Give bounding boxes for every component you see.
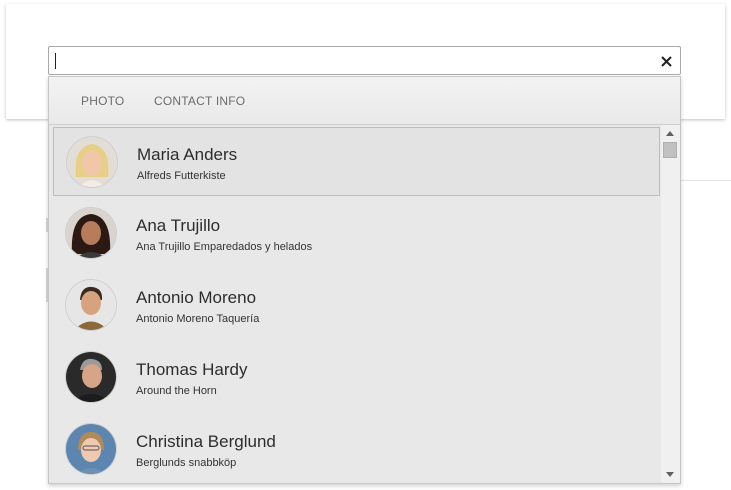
contact-name: Thomas Hardy [136, 360, 248, 379]
list-item[interactable]: Thomas Hardy Around the Horn [49, 341, 660, 413]
close-icon [660, 55, 672, 67]
list-item[interactable]: Maria Anders Alfreds Futterkiste [53, 127, 660, 196]
scroll-thumb[interactable] [663, 142, 677, 158]
list-item[interactable]: Ana Trujillo Ana Trujillo Emparedados y … [49, 197, 660, 269]
popup-header: PHOTO CONTACT INFO [49, 77, 680, 125]
contact-name: Christina Berglund [136, 432, 276, 451]
scroll-up-arrow-icon[interactable] [666, 131, 674, 136]
list-scrollbar[interactable] [661, 125, 680, 483]
contact-list: Maria Anders Alfreds Futterkiste Ana Tru… [49, 125, 660, 483]
scroll-down-arrow-icon[interactable] [666, 472, 674, 477]
avatar [66, 352, 116, 402]
contact-company: Ana Trujillo Emparedados y helados [136, 241, 313, 253]
avatar [66, 280, 116, 330]
contact-company: Alfreds Futterkiste [137, 170, 226, 182]
list-item[interactable]: Antonio Moreno Antonio Moreno Taquería [49, 269, 660, 341]
suggestion-popup: PHOTO CONTACT INFO Maria Anders Alfreds … [48, 76, 681, 484]
header-contact-label: CONTACT INFO [154, 94, 246, 108]
contact-company: Antonio Moreno Taquería [136, 313, 260, 325]
search-input[interactable] [53, 50, 647, 73]
header-photo-label: PHOTO [81, 94, 125, 108]
avatar [66, 208, 116, 258]
contact-name: Ana Trujillo [136, 216, 221, 235]
text-caret [55, 53, 56, 69]
avatar [67, 137, 117, 187]
search-combobox[interactable] [48, 46, 681, 75]
contact-name: Maria Anders [137, 145, 238, 164]
avatar [66, 424, 116, 474]
contact-name: Antonio Moreno [136, 288, 257, 307]
contact-company: Berglunds snabbköp [136, 457, 237, 469]
clear-button[interactable] [655, 50, 677, 72]
background-divider [680, 180, 731, 181]
list-item[interactable]: Christina Berglund Berglunds snabbköp [49, 413, 660, 483]
contact-company: Around the Horn [136, 385, 217, 397]
